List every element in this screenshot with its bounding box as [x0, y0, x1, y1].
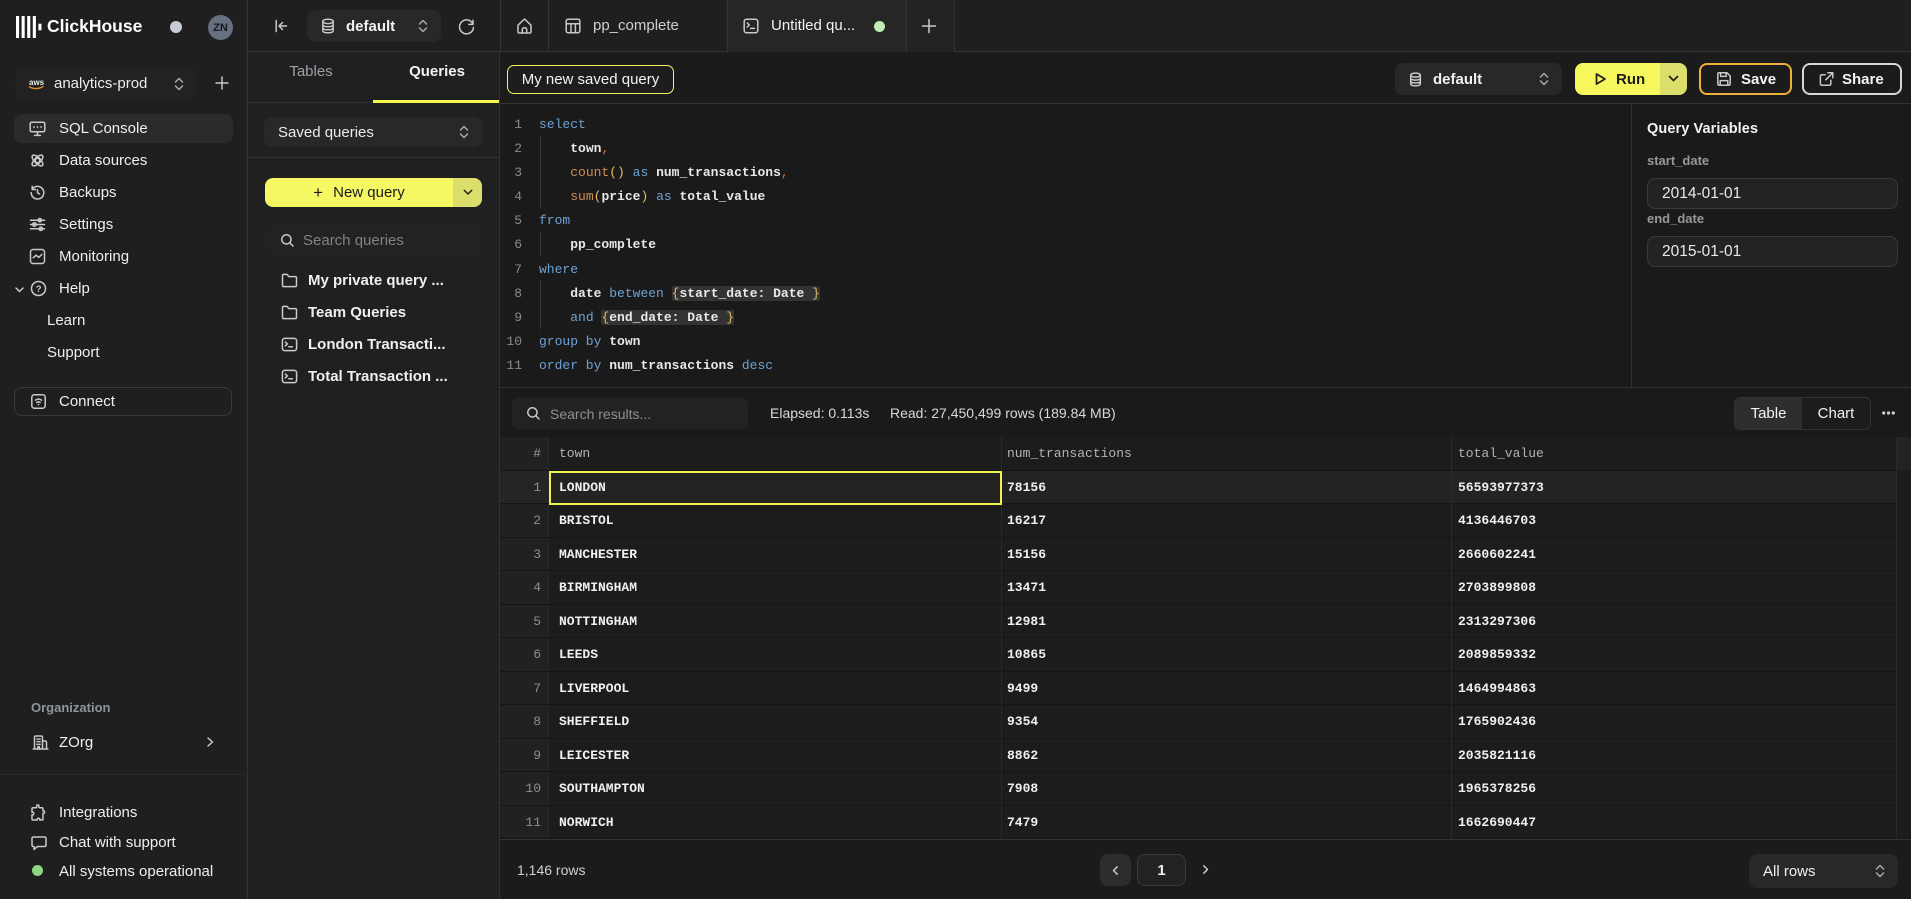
- svg-text:aws: aws: [29, 78, 45, 87]
- svg-text:?: ?: [36, 284, 42, 295]
